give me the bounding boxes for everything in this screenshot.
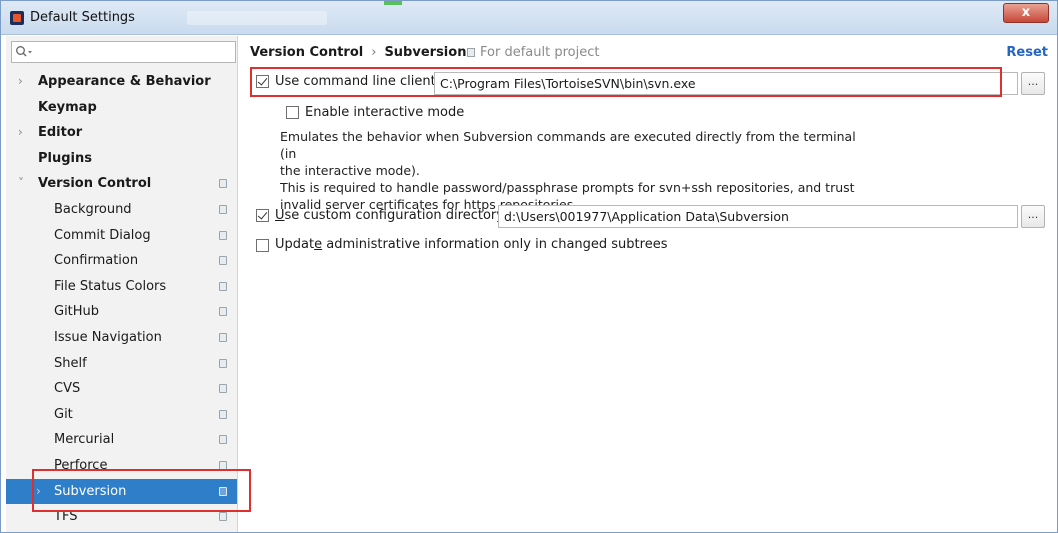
project-scope-icon	[219, 307, 227, 317]
chevron-down-icon[interactable]: ˅	[18, 171, 28, 197]
window-title: Default Settings	[30, 10, 135, 25]
update-admin-info-checkbox[interactable]	[256, 239, 269, 252]
label-rest: se custom configuration directory:	[284, 208, 508, 223]
sidebar-item-cvs[interactable]: CVS	[6, 376, 237, 402]
search-input[interactable]	[11, 41, 236, 63]
sidebar-item-git[interactable]: Git	[6, 402, 237, 428]
chevron-right-icon[interactable]: ›	[18, 69, 28, 95]
description-line: This is required to handle password/pass…	[280, 180, 855, 195]
project-scope-icon	[219, 512, 227, 522]
interactive-mode-description: Emulates the behavior when Subversion co…	[280, 128, 860, 213]
sidebar-item-editor[interactable]: › Editor	[6, 120, 237, 146]
sidebar-item-label: Background	[54, 201, 132, 217]
sidebar-item-label: Issue Navigation	[54, 329, 162, 345]
mnemonic-char: U	[275, 208, 285, 223]
settings-tree: › Appearance & Behavior Keymap › Editor Plugi…	[6, 69, 237, 530]
title-bar: Default Settings x	[1, 1, 1057, 35]
sidebar-item-shelf[interactable]: Shelf	[6, 351, 237, 377]
project-scope-icon	[219, 332, 227, 342]
mnemonic-char: e	[314, 237, 323, 252]
highlight-box-subversion	[32, 469, 251, 512]
reset-link[interactable]: Reset	[1006, 45, 1048, 60]
sidebar-item-label: Shelf	[54, 355, 87, 371]
config-directory-input[interactable]: d:\Users\001977\Application Data\Subvers…	[498, 205, 1018, 228]
breadcrumb-current: Subversion	[384, 45, 467, 60]
sidebar-item-label: Confirmation	[54, 253, 139, 269]
sidebar-item-label: Commit Dialog	[54, 227, 151, 243]
enable-interactive-mode-label: Enable interactive mode	[305, 105, 465, 120]
project-scope-icon	[219, 230, 227, 240]
description-line: Emulates the behavior when Subversion co…	[280, 129, 856, 161]
sidebar-item-issue-navigation[interactable]: Issue Navigation	[6, 325, 237, 351]
intellij-app-icon	[10, 11, 24, 25]
sidebar-item-keymap[interactable]: Keymap	[6, 95, 237, 121]
sidebar-item-label: GitHub	[54, 304, 100, 320]
settings-window: Default Settings x › Appearance & Behavio…	[0, 0, 1058, 533]
browse-config-dir-button[interactable]: ...	[1021, 205, 1045, 228]
project-scope-icon	[219, 256, 227, 266]
sidebar-item-version-control[interactable]: ˅ Version Control	[6, 171, 237, 197]
enable-interactive-mode-checkbox[interactable]	[286, 106, 299, 119]
update-admin-info-label: Update administrative information only i…	[275, 237, 667, 252]
use-custom-config-dir-label: Use custom configuration directory:	[275, 208, 507, 223]
breadcrumb-separator: ›	[371, 45, 377, 60]
sidebar-item-label: Editor	[38, 125, 83, 141]
project-scope-icon	[219, 409, 227, 419]
sidebar-item-mercurial[interactable]: Mercurial	[6, 427, 237, 453]
sidebar-item-background[interactable]: Background	[6, 197, 237, 223]
sidebar-item-label: Keymap	[38, 99, 97, 115]
sidebar-item-confirmation[interactable]: Confirmation	[6, 248, 237, 274]
close-button[interactable]: x	[1003, 3, 1049, 23]
sidebar-item-label: Plugins	[38, 150, 92, 166]
use-custom-config-dir-checkbox[interactable]	[256, 209, 269, 222]
project-scope-icon	[219, 179, 227, 189]
project-scope-icon	[219, 281, 227, 291]
background-window-ghost	[187, 11, 327, 25]
settings-sidebar: › Appearance & Behavior Keymap › Editor Plugi…	[6, 36, 238, 532]
project-scope-icon	[219, 435, 227, 445]
label-prefix: Updat	[275, 237, 315, 252]
project-scope-icon	[219, 384, 227, 394]
project-scope-icon	[219, 358, 227, 368]
sidebar-item-label: Appearance & Behavior	[38, 74, 211, 89]
subversion-settings-panel: Version Control › Subversion For default p…	[239, 36, 1057, 532]
sidebar-item-label: CVS	[54, 381, 81, 397]
project-scope-icon	[467, 48, 475, 57]
description-line: the interactive mode).	[280, 163, 420, 178]
highlight-box-command-line	[250, 67, 1002, 97]
sidebar-item-label: Version Control	[38, 176, 152, 192]
search-icon	[15, 45, 35, 59]
project-scope-icon	[219, 204, 227, 214]
label-rest: administrative information only in chang…	[322, 237, 668, 252]
sidebar-item-github[interactable]: GitHub	[6, 299, 237, 325]
scope-note: For default project	[467, 45, 599, 60]
sidebar-item-file-status-colors[interactable]: File Status Colors	[6, 274, 237, 300]
sidebar-item-label: Git	[54, 406, 73, 422]
sidebar-item-label: Mercurial	[54, 432, 115, 448]
scope-label: For default project	[480, 45, 600, 60]
browse-client-button[interactable]: ...	[1021, 72, 1045, 95]
sidebar-item-label: File Status Colors	[54, 278, 167, 294]
green-marker	[384, 1, 402, 5]
breadcrumb-parent[interactable]: Version Control	[250, 45, 363, 60]
sidebar-item-commit-dialog[interactable]: Commit Dialog	[6, 223, 237, 249]
breadcrumb: Version Control › Subversion	[250, 45, 466, 60]
sidebar-item-plugins[interactable]: Plugins	[6, 146, 237, 172]
sidebar-item-appearance-behavior[interactable]: › Appearance & Behavior	[6, 69, 237, 95]
chevron-right-icon[interactable]: ›	[18, 120, 28, 146]
